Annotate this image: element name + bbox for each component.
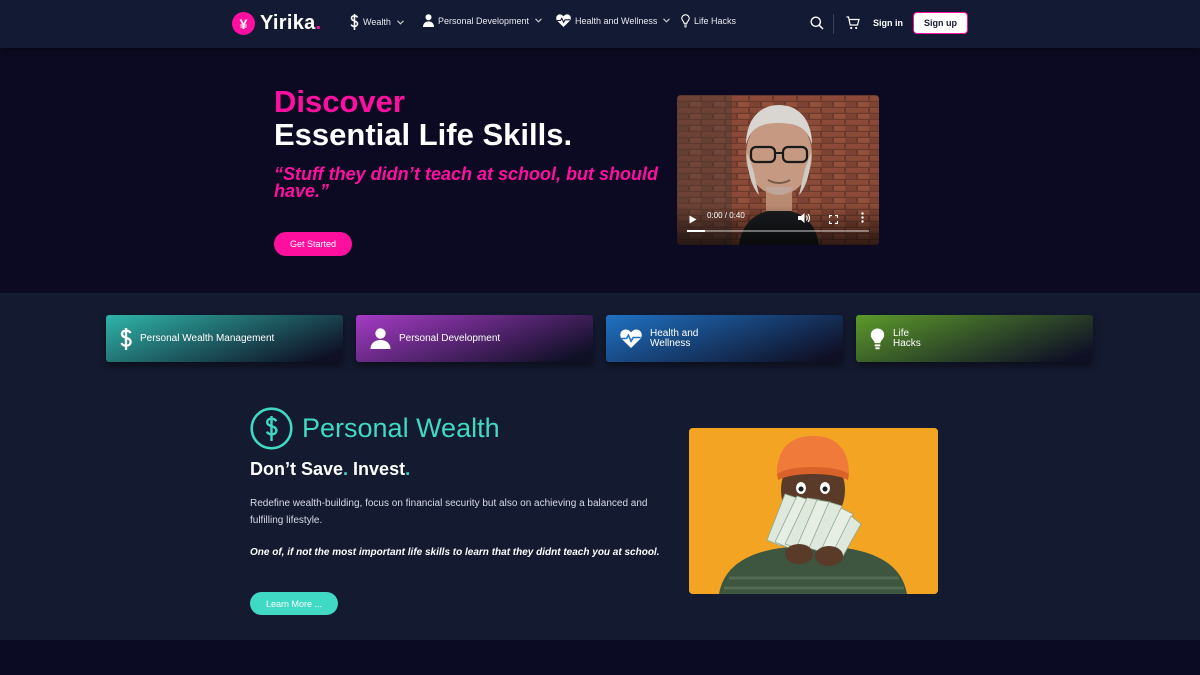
section-description: Redefine wealth-building, focus on finan… <box>250 498 648 526</box>
nav-item-life-hacks-label: Life Hacks <box>694 16 737 26</box>
search-icon[interactable] <box>810 16 824 35</box>
sign-up-button[interactable]: Sign up <box>913 12 968 34</box>
heartbeat-icon <box>620 329 642 348</box>
play-icon[interactable] <box>689 211 697 229</box>
volume-icon[interactable] <box>798 210 811 228</box>
lightbulb-icon <box>870 328 885 350</box>
nav-item-health-wellness-label: Health and Wellness <box>575 15 658 26</box>
subtitle-dot: . <box>405 459 411 479</box>
dollar-icon <box>350 14 359 30</box>
learn-more-button[interactable]: Learn More ... <box>250 592 338 615</box>
get-started-button[interactable]: Get Started <box>274 232 352 256</box>
sign-in-link[interactable]: Sign in <box>873 18 903 28</box>
category-card-health-wellness[interactable]: Health and Wellness <box>606 315 843 362</box>
man-holding-money-image <box>689 428 938 594</box>
video-progress-bar[interactable] <box>687 230 869 232</box>
brand-name: Yirika <box>260 12 316 34</box>
category-label: Life Hacks <box>893 327 921 349</box>
category-label: Health and Wellness <box>650 327 699 349</box>
nav-item-health-wellness[interactable]: Health and Wellness <box>556 14 671 27</box>
category-label: Personal Development <box>399 332 501 344</box>
brand-logo[interactable]: ¥ Yirika. <box>232 12 321 35</box>
logo-mark-icon: ¥ <box>232 12 255 35</box>
footer-band <box>0 640 1200 675</box>
user-icon <box>370 328 391 349</box>
video-time: 0:00 / 0:40 <box>707 211 745 220</box>
chevron-down-icon <box>535 18 542 23</box>
nav-divider <box>833 14 834 34</box>
category-card-personal-development[interactable]: Personal Development <box>356 315 593 362</box>
cart-icon[interactable] <box>846 16 860 35</box>
nav-item-wealth[interactable]: Wealth <box>350 14 404 30</box>
hero-title-highlight: Discover <box>274 84 405 119</box>
nav-item-life-hacks[interactable]: Life Hacks <box>681 14 736 28</box>
lightbulb-icon <box>681 14 690 28</box>
intro-video-player[interactable]: 0:00 / 0:40 <box>677 95 879 245</box>
section-emphasis: One of, if not the most important life s… <box>250 547 660 558</box>
category-card-life-hacks[interactable]: Life Hacks <box>856 315 1093 362</box>
video-progress-fill <box>687 230 706 232</box>
chevron-down-icon <box>396 19 404 25</box>
hero-quote: “Stuff they didn’t teach at school, but … <box>274 164 658 201</box>
more-options-icon[interactable] <box>861 210 864 228</box>
top-navigation-bar: ¥ Yirika. Wealth Personal Development He… <box>0 0 1200 48</box>
category-card-personal-wealth[interactable]: Personal Wealth Management <box>106 315 343 362</box>
brand-dot: . <box>315 12 322 34</box>
fullscreen-icon[interactable] <box>828 211 839 229</box>
chevron-down-icon <box>663 18 671 23</box>
category-label: Personal Wealth Management <box>140 332 275 344</box>
dollar-circle-icon <box>250 407 293 455</box>
user-icon <box>423 14 434 27</box>
hero-title: Essential Life Skills. <box>274 117 573 152</box>
subtitle-part: Invest <box>348 459 406 479</box>
section-title: Personal Wealth <box>302 413 500 443</box>
nav-item-personal-development[interactable]: Personal Development <box>423 14 542 27</box>
nav-item-wealth-label: Wealth <box>363 17 391 27</box>
section-subtitle: Don’t Save. Invest. <box>250 459 410 480</box>
nav-item-personal-development-label: Personal Development <box>438 15 530 26</box>
subtitle-part: Don’t Save <box>250 459 344 479</box>
dollar-icon <box>120 327 132 350</box>
heartbeat-icon <box>556 14 571 27</box>
